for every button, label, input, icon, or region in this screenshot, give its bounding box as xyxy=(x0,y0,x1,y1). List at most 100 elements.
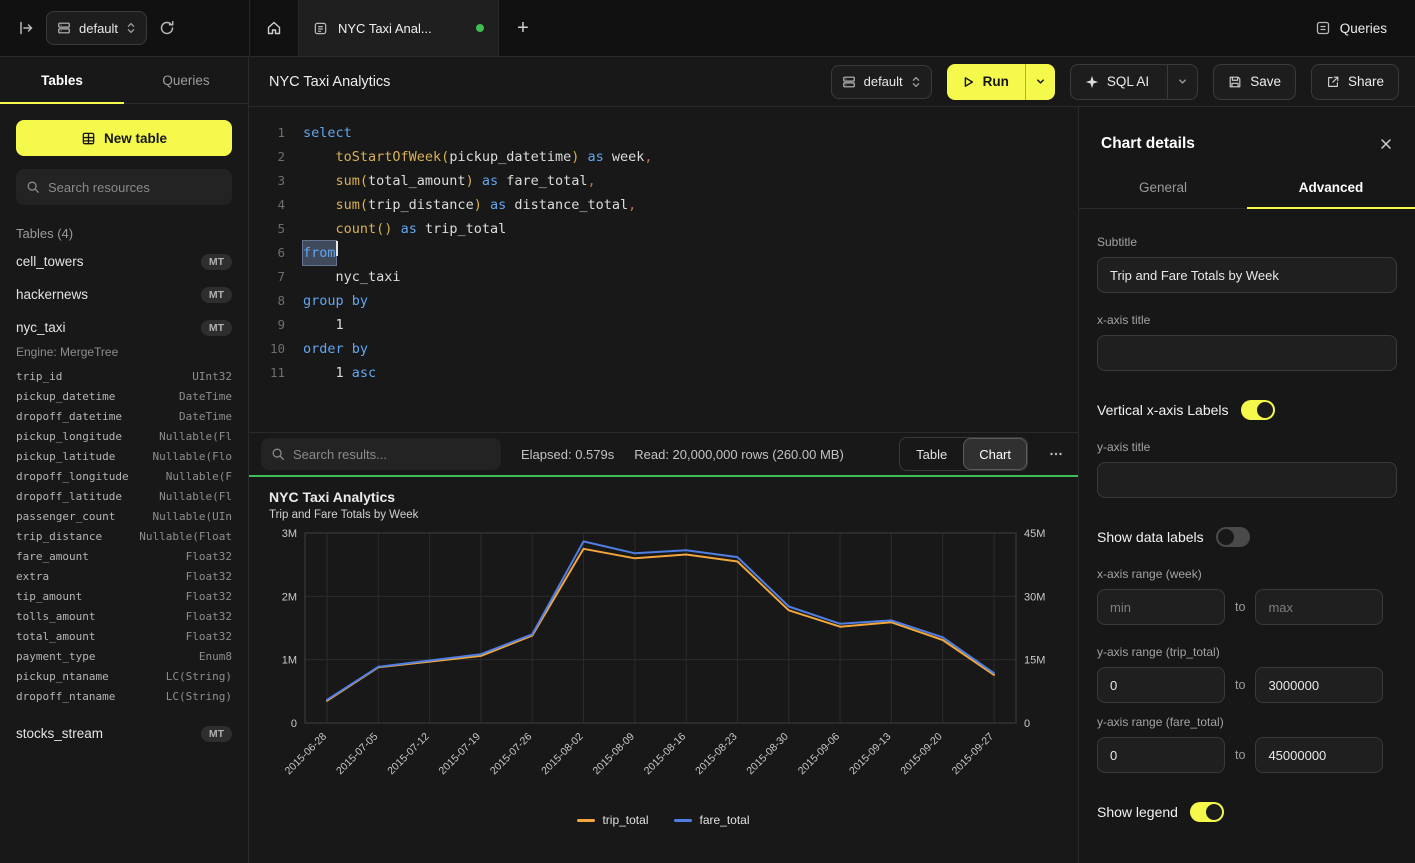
collapse-sidebar-icon[interactable] xyxy=(18,20,34,36)
svg-text:1M: 1M xyxy=(282,655,297,667)
view-toggle-table[interactable]: Table xyxy=(900,438,963,470)
save-icon xyxy=(1228,75,1242,89)
tab-home[interactable] xyxy=(250,0,299,56)
queries-label: Queries xyxy=(1340,21,1387,36)
show-legend-toggle[interactable] xyxy=(1190,802,1224,822)
code-token: , xyxy=(628,193,636,217)
subtitle-field-label: Subtitle xyxy=(1097,235,1397,249)
code-line: 5 count() as trip_total xyxy=(249,217,1078,241)
panel-tab-general-label: General xyxy=(1139,180,1187,195)
subtitle-input[interactable] xyxy=(1097,257,1397,293)
sidebar-tab-queries[interactable]: Queries xyxy=(124,57,248,103)
code-token: ) xyxy=(571,145,579,169)
code-token: select xyxy=(303,121,352,145)
vertical-x-labels-row: Vertical x-axis Labels xyxy=(1097,400,1397,420)
legend-item[interactable]: fare_total xyxy=(674,813,749,827)
svg-text:2015-07-26: 2015-07-26 xyxy=(488,731,535,778)
x-range-max-input[interactable] xyxy=(1255,589,1383,625)
query-header: NYC Taxi Analytics default xyxy=(249,57,1415,107)
table-row[interactable]: hackernewsMT xyxy=(16,278,232,311)
results-search-input[interactable] xyxy=(293,447,491,462)
sql-editor[interactable]: 1select2 toStartOfWeek(pickup_datetime) … xyxy=(249,107,1078,432)
svg-text:2015-06-28: 2015-06-28 xyxy=(283,731,330,778)
sql-ai-chevron[interactable] xyxy=(1167,65,1197,99)
more-options-icon[interactable] xyxy=(1048,446,1064,462)
column-row: payment_typeEnum8 xyxy=(16,647,232,667)
column-name: tip_amount xyxy=(16,587,82,607)
svg-text:2015-08-02: 2015-08-02 xyxy=(539,731,586,778)
table-row[interactable]: stocks_streamMT xyxy=(16,717,232,750)
vertical-x-labels-toggle[interactable] xyxy=(1241,400,1275,420)
chart-plot[interactable]: 3M45M2M30M1M15M002015-06-282015-07-05201… xyxy=(269,525,1058,813)
y-range-fare-min-input[interactable] xyxy=(1097,737,1225,773)
panel-header: Chart details xyxy=(1079,107,1415,169)
share-label: Share xyxy=(1348,74,1384,89)
table-row[interactable]: nyc_taxiMT xyxy=(16,311,232,344)
column-type: Float32 xyxy=(186,567,232,587)
column-name: pickup_datetime xyxy=(16,387,115,407)
column-name: tolls_amount xyxy=(16,607,95,627)
refresh-icon[interactable] xyxy=(159,20,175,36)
save-button[interactable]: Save xyxy=(1213,64,1296,100)
y-axis-title-input[interactable] xyxy=(1097,462,1397,498)
sql-ai-button[interactable]: SQL AI xyxy=(1070,64,1198,100)
panel-tab-advanced[interactable]: Advanced xyxy=(1247,169,1415,208)
legend-label: fare_total xyxy=(699,813,749,827)
column-name: passenger_count xyxy=(16,507,115,527)
x-axis-title-input[interactable] xyxy=(1097,335,1397,371)
column-name: pickup_latitude xyxy=(16,447,115,467)
sidebar-tab-tables[interactable]: Tables xyxy=(0,57,124,103)
svg-text:3M: 3M xyxy=(282,528,297,540)
code-token xyxy=(303,145,336,169)
column-type: Float32 xyxy=(186,547,232,567)
queries-button[interactable]: Queries xyxy=(1315,0,1415,56)
to-label: to xyxy=(1235,600,1245,614)
y-range-fare-max-input[interactable] xyxy=(1255,737,1383,773)
engine-badge: MT xyxy=(201,726,232,742)
sparkle-icon xyxy=(1085,75,1099,89)
new-table-button[interactable]: New table xyxy=(16,120,232,156)
tab-title: NYC Taxi Anal... xyxy=(338,21,466,36)
column-type: Nullable(F xyxy=(166,467,232,487)
show-legend-row: Show legend xyxy=(1097,802,1397,822)
svg-text:2015-08-09: 2015-08-09 xyxy=(590,731,637,778)
column-type: Float32 xyxy=(186,607,232,627)
column-name: payment_type xyxy=(16,647,95,667)
resource-search-input[interactable] xyxy=(48,180,222,195)
tab-query[interactable]: NYC Taxi Anal... xyxy=(299,0,499,56)
legend-swatch xyxy=(674,819,692,822)
chart-section: NYC Taxi Analytics Trip and Fare Totals … xyxy=(249,475,1078,863)
to-label: to xyxy=(1235,678,1245,692)
app: default NYC Taxi Anal... xyxy=(0,0,1415,863)
run-options-chevron[interactable] xyxy=(1025,64,1055,100)
code-token: pickup_datetime xyxy=(449,145,571,169)
new-tab-button[interactable]: + xyxy=(499,0,547,56)
view-toggle-chart[interactable]: Chart xyxy=(963,438,1027,470)
table-name: cell_towers xyxy=(16,254,84,269)
table-row[interactable]: cell_towersMT xyxy=(16,245,232,278)
column-type: DateTime xyxy=(179,407,232,427)
show-data-labels-label: Show data labels xyxy=(1097,529,1204,545)
code-line: 9 1 xyxy=(249,313,1078,337)
close-icon[interactable] xyxy=(1379,137,1393,151)
column-type: Float32 xyxy=(186,627,232,647)
database-icon xyxy=(57,21,71,35)
legend-item[interactable]: trip_total xyxy=(577,813,648,827)
elapsed-text: Elapsed: 0.579s xyxy=(521,447,614,462)
y-range-trip-row: to xyxy=(1097,667,1397,703)
y-range-trip-min-input[interactable] xyxy=(1097,667,1225,703)
sidebar: Tables Queries New table xyxy=(0,57,249,863)
database-selector[interactable]: default xyxy=(46,11,147,45)
query-database-selector[interactable]: default xyxy=(831,65,932,99)
panel-tab-general[interactable]: General xyxy=(1079,169,1247,208)
show-data-labels-toggle[interactable] xyxy=(1216,527,1250,547)
share-button[interactable]: Share xyxy=(1311,64,1399,100)
x-range-row: to xyxy=(1097,589,1397,625)
code-token xyxy=(303,169,336,193)
code-token: week xyxy=(604,145,645,169)
run-button[interactable]: Run xyxy=(947,64,1055,100)
y-range-trip-max-input[interactable] xyxy=(1255,667,1383,703)
x-range-min-input[interactable] xyxy=(1097,589,1225,625)
text-cursor xyxy=(336,241,338,256)
column-type: LC(String) xyxy=(166,667,232,687)
